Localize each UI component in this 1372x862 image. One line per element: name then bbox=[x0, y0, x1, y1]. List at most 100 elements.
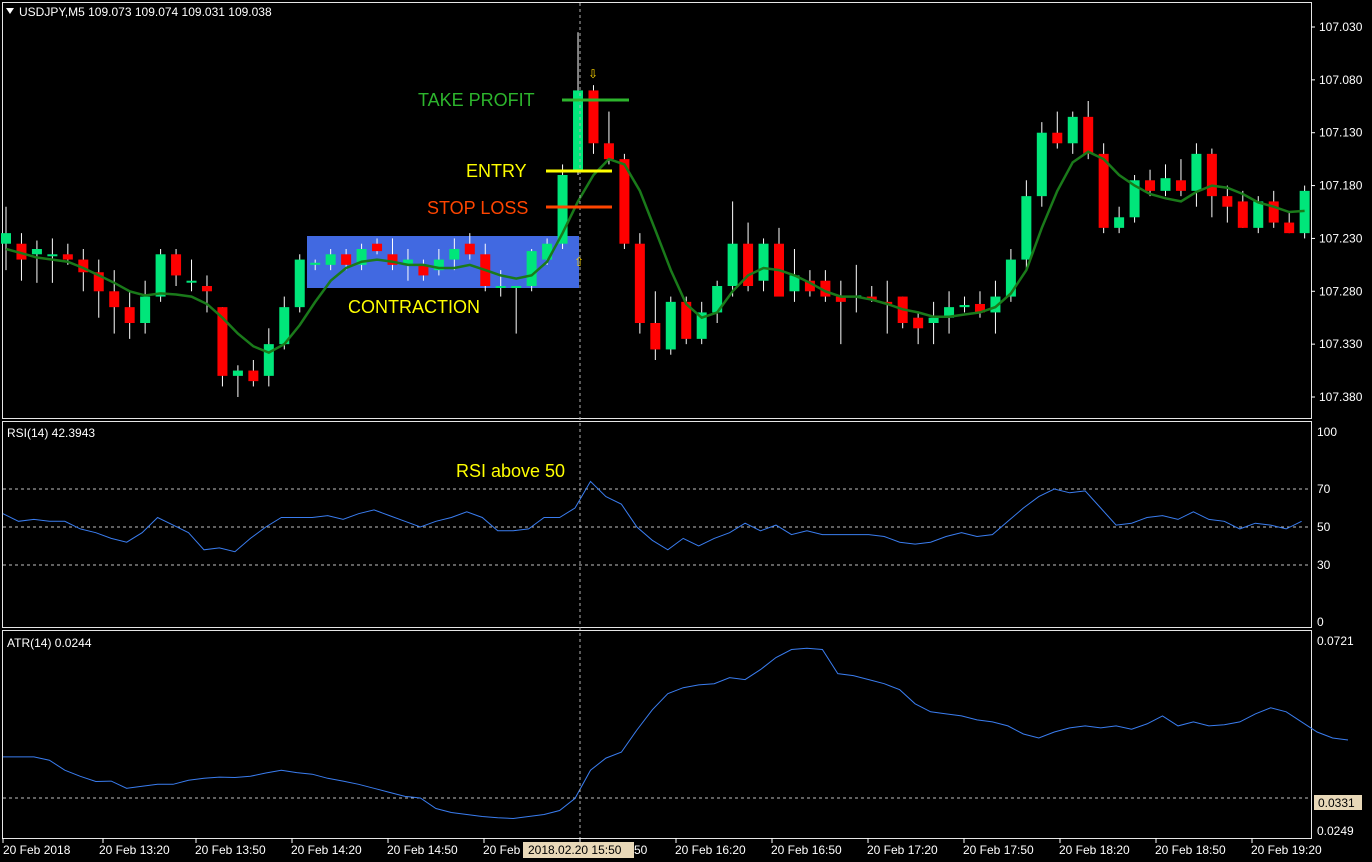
candle-body bbox=[1021, 196, 1032, 260]
candle-body bbox=[495, 286, 506, 288]
candle-body bbox=[634, 243, 645, 323]
candle bbox=[511, 286, 522, 334]
candle bbox=[1175, 159, 1186, 197]
candle bbox=[1268, 190, 1279, 228]
dropdown-triangle-icon[interactable] bbox=[6, 8, 14, 14]
time-tick-label: 20 Feb 14:20 bbox=[291, 843, 362, 857]
candle-body bbox=[1083, 116, 1094, 154]
chart-title: USDJPY,M5 109.073 109.074 109.031 109.03… bbox=[19, 5, 272, 19]
candle-body bbox=[201, 286, 212, 292]
candle bbox=[573, 32, 584, 175]
price-tick-label: 107.380 bbox=[1319, 390, 1363, 404]
candle-body bbox=[959, 305, 970, 308]
candle-body bbox=[62, 254, 73, 260]
candle-body bbox=[526, 251, 537, 286]
time-tick-label: 20 Feb 13:50 bbox=[195, 843, 266, 857]
candle-body bbox=[1098, 153, 1109, 228]
candle-body bbox=[1052, 132, 1063, 144]
time-tick-label: 20 Feb 2018 bbox=[3, 843, 71, 857]
candle bbox=[232, 365, 243, 397]
candle-body bbox=[341, 254, 352, 265]
candle bbox=[124, 291, 135, 339]
take-profit-label: TAKE PROFIT bbox=[418, 90, 535, 110]
rsi-line bbox=[2, 480, 1302, 553]
price-tick-label: 107.130 bbox=[1319, 126, 1363, 140]
candle bbox=[959, 296, 970, 313]
candle-body bbox=[109, 291, 120, 308]
rsi-layer bbox=[2, 480, 1311, 566]
rsi-tick-label: 0 bbox=[1317, 615, 1324, 629]
candle bbox=[665, 296, 676, 355]
candle bbox=[294, 254, 305, 313]
up-arrow-icon: ⇧ bbox=[574, 255, 584, 269]
atr-line bbox=[3, 647, 1349, 820]
candle-body bbox=[913, 317, 924, 329]
candle-body bbox=[603, 143, 614, 160]
rsi-tick-label: 30 bbox=[1317, 558, 1331, 572]
candle bbox=[526, 249, 537, 292]
rsi-tick-label: 70 bbox=[1317, 482, 1331, 496]
entry-label: ENTRY bbox=[466, 161, 527, 181]
candle bbox=[820, 270, 831, 302]
atr-layer bbox=[3, 647, 1349, 820]
time-tick-label: 50 bbox=[634, 843, 648, 857]
candle bbox=[743, 222, 754, 292]
candle-body bbox=[1175, 180, 1186, 191]
price-tick-label: 107.230 bbox=[1319, 231, 1363, 245]
time-tick-label: 20 Feb 17:50 bbox=[963, 843, 1034, 857]
candle-body bbox=[1067, 116, 1078, 144]
candle bbox=[1191, 143, 1202, 207]
candle bbox=[140, 280, 151, 334]
candle bbox=[93, 259, 104, 318]
candle bbox=[263, 328, 274, 387]
candle-body bbox=[1253, 201, 1264, 228]
candle-body bbox=[47, 254, 58, 257]
candle-body bbox=[31, 249, 42, 255]
down-arrow-icon: ⇩ bbox=[588, 67, 598, 81]
candle bbox=[696, 301, 707, 345]
rsi-annotation: RSI above 50 bbox=[456, 461, 565, 481]
candle bbox=[634, 233, 645, 334]
time-tick-label: 20 Feb 16:20 bbox=[675, 843, 746, 857]
rsi-tick-label: 50 bbox=[1317, 520, 1331, 534]
time-tick-label: 20 Feb 18:50 bbox=[1155, 843, 1226, 857]
candle-body bbox=[464, 243, 475, 255]
price-tick-label: 107.080 bbox=[1319, 73, 1363, 87]
candle-body bbox=[1145, 180, 1156, 191]
candle-body bbox=[588, 90, 599, 144]
price-tick-label: 107.030 bbox=[1319, 20, 1363, 34]
time-tick-label: 20 Feb 16:50 bbox=[771, 843, 842, 857]
candle-body bbox=[1191, 153, 1202, 191]
price-panel-border bbox=[2, 2, 1312, 419]
rsi-tick-label: 100 bbox=[1317, 425, 1337, 439]
candle bbox=[1114, 206, 1125, 234]
candle bbox=[928, 301, 939, 345]
candle-body bbox=[665, 301, 676, 350]
price-tick-label: 107.280 bbox=[1319, 284, 1363, 298]
candle bbox=[248, 360, 259, 387]
time-tick-label: 20 Feb 18:20 bbox=[1059, 843, 1130, 857]
time-tick-label: 20 Feb 17:20 bbox=[867, 843, 938, 857]
contraction-label: CONTRACTION bbox=[348, 297, 480, 317]
candle bbox=[1021, 180, 1032, 271]
candle bbox=[851, 264, 862, 313]
candle-body bbox=[511, 286, 522, 288]
candle-body bbox=[372, 243, 383, 252]
candle bbox=[1222, 185, 1233, 223]
candle-body bbox=[124, 307, 135, 323]
candle bbox=[882, 280, 893, 334]
price-tick-label: 107.330 bbox=[1319, 337, 1363, 351]
candle bbox=[603, 111, 614, 165]
candle bbox=[835, 280, 846, 345]
candle bbox=[758, 238, 769, 292]
candle-body bbox=[140, 296, 151, 323]
candle bbox=[171, 249, 182, 286]
candle-body bbox=[155, 254, 166, 297]
candle bbox=[1036, 122, 1047, 207]
candle-body bbox=[232, 370, 243, 376]
candle bbox=[1067, 111, 1078, 154]
candle-body bbox=[449, 249, 460, 260]
candle bbox=[16, 233, 27, 281]
trading-chart[interactable]: 107.380 107.330 107.280 107.230 107.180 107.1… bbox=[0, 0, 1372, 862]
candle-body bbox=[1237, 201, 1248, 228]
